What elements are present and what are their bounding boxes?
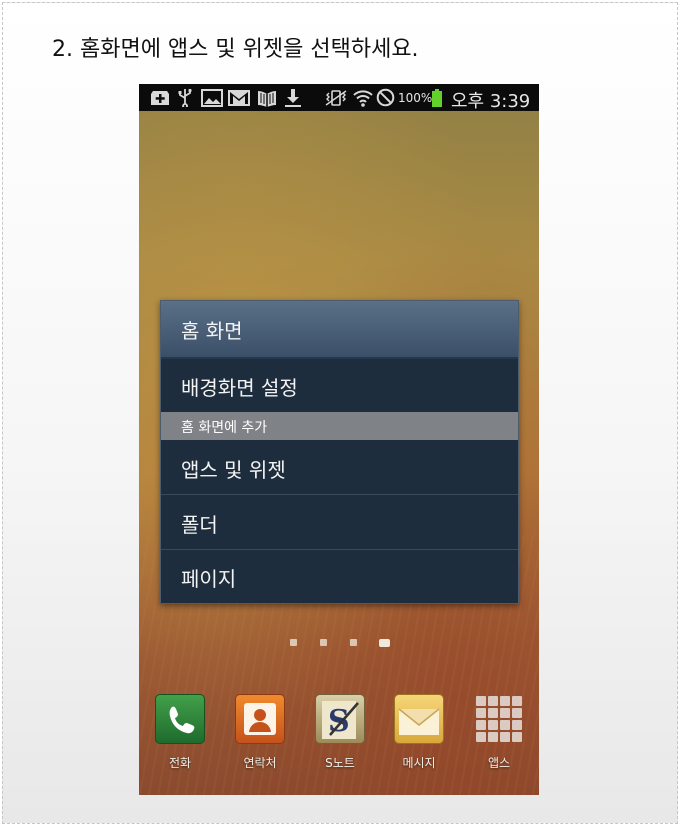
menu-item-page[interactable]: 페이지: [161, 549, 518, 603]
section-header-add-to-home: 홈 화면에 추가: [161, 412, 518, 440]
tutorial-frame: 2. 홈화면에 앱스 및 위젯을 선택하세요. 100% 오후 3:39 홈 화…: [2, 2, 678, 824]
wifi-icon: [353, 88, 373, 107]
plus-box-icon: [150, 88, 170, 107]
dialog-title: 홈 화면: [181, 319, 243, 343]
download-icon: [284, 88, 302, 107]
dock-label: S노트: [325, 756, 355, 770]
usb-icon: [177, 88, 193, 107]
menu-item-label: 폴더: [181, 513, 218, 537]
menu-item-wallpaper[interactable]: 배경화면 설정: [161, 358, 518, 413]
menu-item-label: 배경화면 설정: [181, 376, 298, 400]
page-dot[interactable]: [320, 639, 327, 646]
phone-icon: [155, 694, 205, 744]
gmail-icon: [228, 88, 250, 107]
status-bar: 100% 오후 3:39: [139, 84, 539, 112]
section-header-label: 홈 화면에 추가: [181, 420, 268, 436]
dock-label: 메시지: [402, 756, 436, 770]
dock-label: 연락처: [243, 756, 277, 770]
dock-item-s-note[interactable]: S S노트: [305, 694, 375, 774]
page-dot[interactable]: [350, 639, 357, 646]
apps-grid-icon: [474, 694, 522, 742]
book-icon: [257, 88, 277, 107]
battery-icon: [432, 89, 442, 107]
dock-item-contacts[interactable]: 연락처: [225, 694, 295, 774]
page-dot-active[interactable]: [379, 639, 390, 647]
message-icon: [394, 694, 444, 744]
dialog-title-bar: 홈 화면: [161, 301, 518, 359]
contacts-icon: [235, 694, 285, 744]
phone-screenshot: 100% 오후 3:39 홈 화면 배경화면 설정 홈 화면에 추가 앱스 및 …: [139, 84, 539, 795]
menu-item-label: 앱스 및 위젯: [181, 458, 286, 482]
no-signal-icon: [376, 88, 395, 107]
dock-item-apps[interactable]: 앱스: [464, 694, 534, 774]
menu-item-apps-and-widgets[interactable]: 앱스 및 위젯: [161, 440, 518, 495]
battery-percent: 100%: [398, 91, 433, 105]
clock: 오후 3:39: [451, 91, 531, 112]
s-note-icon: S: [315, 694, 365, 744]
dock-item-phone[interactable]: 전화: [145, 694, 215, 774]
dock-label: 전화: [168, 756, 192, 770]
page-indicator: [139, 639, 539, 651]
dock-item-message[interactable]: 메시지: [384, 694, 454, 774]
instruction-text: 2. 홈화면에 앱스 및 위젯을 선택하세요.: [52, 37, 419, 62]
menu-item-label: 페이지: [181, 567, 237, 591]
vibrate-icon: [325, 88, 347, 107]
page-dot[interactable]: [290, 639, 297, 646]
gallery-icon: [201, 88, 223, 107]
menu-item-folder[interactable]: 폴더: [161, 495, 518, 550]
home-screen-dialog: 홈 화면 배경화면 설정 홈 화면에 추가 앱스 및 위젯 폴더 페이지: [160, 300, 519, 604]
dock-label: 앱스: [487, 756, 511, 770]
app-dock: 전화 연락처 S S노트 메시지 앱스: [139, 690, 539, 795]
